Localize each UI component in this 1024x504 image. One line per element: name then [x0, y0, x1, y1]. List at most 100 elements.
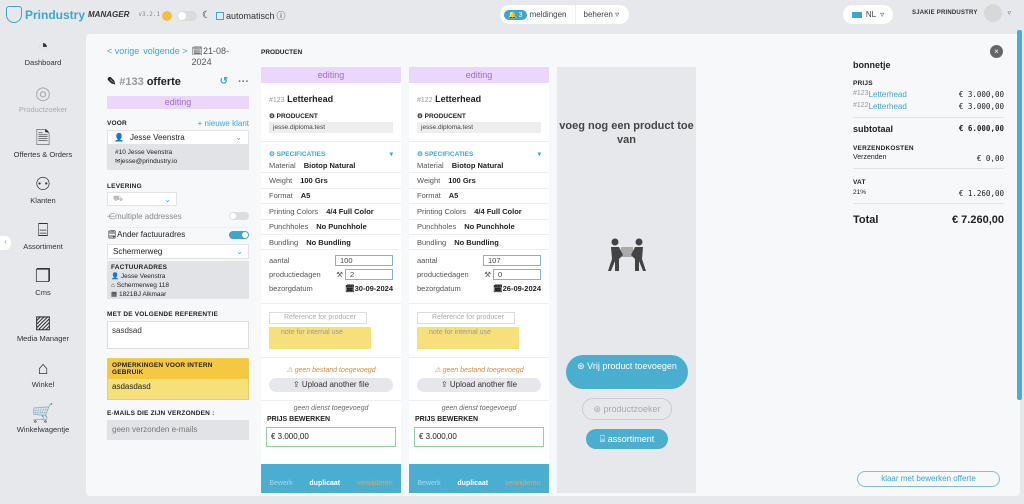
bezorgdatum-value[interactable]: 🗓26-09-2024 — [493, 284, 541, 293]
quote-details: < vorige volgende > 🗓21-08-2024 ✎ #133 o… — [107, 46, 249, 440]
sidebar-label: Assortiment — [23, 242, 63, 251]
factuur-street: Schermerweg 118 — [116, 282, 170, 289]
specs-header[interactable]: ⚙ SPECIFICATIES ▾ — [409, 150, 549, 158]
spec-row: Punchholes No Punchhole — [409, 220, 549, 235]
sidebar-label: Winkel — [31, 380, 55, 389]
add-free-product-button[interactable]: ⊛ Vrij product toevoegen — [566, 355, 688, 389]
ander-factuuradres-toggle[interactable] — [229, 230, 249, 239]
sidebar-item-klanten[interactable]: ⚇ Klanten — [0, 174, 86, 205]
receipt-product-link[interactable]: Letterhead — [869, 102, 907, 111]
upload-button[interactable]: ⇪ Upload another file — [269, 378, 393, 393]
spec-row: Weight 100 Grs — [409, 173, 549, 189]
ander-factuuradres-row: 🗒 Ander factuuradres — [107, 227, 249, 241]
delete-button[interactable]: verwijderen — [505, 480, 541, 487]
auto-theme-checkbox[interactable]: automatisch ⓘ — [215, 9, 286, 22]
intern-notes[interactable]: OPMERKINGEN VOOR INTERN GEBRUIK asdasdas… — [107, 358, 249, 400]
logo[interactable]: Prindustry MANAGER v3.2.1 — [6, 6, 160, 23]
client-select[interactable]: 👤 Jesse Veenstra ⌄ — [107, 130, 249, 145]
reference-input[interactable]: Reference for producer — [417, 312, 515, 325]
share-icon: ⋲ — [107, 211, 115, 221]
address-select[interactable]: Schermerweg ⌄ — [107, 244, 249, 259]
top-bar: Prindustry MANAGER v3.2.1 ☾ automatisch ⓘ… — [0, 0, 1024, 30]
truck-icon: ⛟ — [113, 194, 124, 203]
prev-link[interactable]: < vorige — [107, 46, 139, 67]
prijs-label: PRIJS — [853, 80, 873, 87]
price-input[interactable]: € 3.000,00 — [266, 427, 396, 448]
bezorgdatum-row: bezorgdatum 🗓30-09-2024 — [269, 283, 393, 293]
chevron-down-icon: ▿ — [880, 10, 885, 19]
user-menu[interactable]: SJAKIE PRINDUSTRY ▿ — [912, 4, 1011, 22]
edit-button[interactable]: Bewerk — [269, 480, 292, 487]
prijs-label: PRIJS BEWERKEN — [267, 416, 331, 424]
sidebar-label: Productzoeker — [18, 105, 68, 114]
productiedagen-input[interactable]: 2 — [345, 268, 393, 280]
sidebar-item-winkelwagentje[interactable]: 🛒 Winkelwagentje — [0, 403, 86, 434]
delivery-select[interactable]: ⛟ ⌄ — [107, 192, 177, 206]
cms-icon: ❐ — [34, 266, 52, 286]
logo-shield-icon — [6, 6, 22, 23]
notif-label[interactable]: meldingen — [530, 10, 567, 19]
manage-label: beheren — [583, 10, 613, 19]
specs-header[interactable]: ⚙ SPECIFICATIES ▾ — [261, 150, 401, 158]
edit-button[interactable]: Bewerk — [417, 480, 440, 487]
sidebar-label: Offertes & Orders — [13, 150, 73, 159]
assortiment-button[interactable]: ⌸ assortiment — [586, 429, 668, 449]
aantal-input[interactable]: 107 — [483, 254, 541, 266]
receipt-panel: × bonnetje PRIJS #123 Letterhead € 3.000,0… — [844, 40, 1014, 496]
sidebar-item-cms[interactable]: ❐ Cms — [0, 266, 86, 297]
multiple-addresses-toggle[interactable] — [229, 212, 249, 220]
reference-input[interactable]: Reference for producer — [269, 312, 367, 325]
app-suffix: MANAGER — [88, 10, 130, 19]
sidebar-item-productzoeker[interactable]: ◎ Productzoeker — [0, 83, 86, 114]
product-title: Letterhead — [287, 94, 334, 104]
add-product-column: voeg nog een product toe van ⊛ Vrij prod… — [557, 67, 696, 493]
productiedagen-input[interactable]: 0 — [493, 268, 541, 280]
sidebar-label: Media Manager — [16, 334, 70, 343]
sidebar-item-assortiment[interactable]: ⌸ Assortiment — [0, 220, 86, 251]
client-id: #10 Jesse Veenstra — [115, 149, 173, 156]
next-link[interactable]: volgende > — [143, 46, 187, 67]
finish-editing-button[interactable]: klaar met bewerken offerte — [857, 471, 1000, 487]
intern-label: OPMERKINGEN VOOR INTERN GEBRUIK — [108, 359, 248, 379]
receipt-line: #123 Letterhead € 3.000,00 — [853, 90, 1004, 99]
receipt-product-link[interactable]: Letterhead — [869, 90, 907, 99]
avatar — [983, 4, 1002, 22]
cart-icon: 🛒 — [31, 403, 55, 423]
internal-note-input[interactable]: note for internal use — [417, 327, 519, 350]
history-icon[interactable]: ↺ — [220, 76, 228, 87]
vat-label: VAT — [853, 179, 866, 186]
shipping-row: Verzenden € 0,00 — [853, 154, 1004, 163]
price-input[interactable]: € 3.000,00 — [414, 427, 544, 448]
notifications-button[interactable]: 🔔 3 — [504, 9, 527, 20]
quote-type: offerte — [146, 75, 181, 88]
manage-dropdown[interactable]: beheren ▿ — [584, 10, 630, 19]
theme-toggle[interactable] — [177, 10, 197, 21]
delete-button[interactable]: verwijderen — [357, 480, 393, 487]
close-icon[interactable]: × — [990, 45, 1003, 58]
reference-textarea[interactable]: sasdsad — [107, 321, 249, 349]
language-label: NL — [865, 10, 877, 19]
upload-button[interactable]: ⇪ Upload another file — [417, 378, 541, 393]
sidebar-item-offertes[interactable]: 🗎 Offertes & Orders — [0, 128, 86, 159]
sidebar-item-media-manager[interactable]: ▨ Media Manager — [0, 312, 86, 343]
productzoeker-button[interactable]: ⊛ productzoeker — [582, 398, 672, 420]
internal-note-input[interactable]: note for internal use — [269, 327, 371, 350]
product-id: #122 — [417, 97, 433, 104]
aantal-input[interactable]: 100 — [335, 254, 393, 266]
duplicate-button[interactable]: duplicaat — [457, 480, 488, 487]
client-name: Jesse Veenstra — [129, 133, 185, 142]
status-badge: editing — [107, 96, 249, 109]
language-selector[interactable]: NL ▿ — [843, 5, 893, 24]
sidebar-item-winkel[interactable]: ⌂ Winkel — [0, 358, 86, 389]
bezorgdatum-value[interactable]: 🗓30-09-2024 — [345, 284, 393, 293]
spec-row: Printing Colors 4/4 Full Color — [261, 204, 401, 220]
sidebar: ◔ Dashboard ◎ Productzoeker 🗎 Offertes & Or… — [0, 30, 86, 504]
product-title: Letterhead — [435, 94, 482, 104]
duplicate-button[interactable]: duplicaat — [309, 480, 340, 487]
scrollbar[interactable] — [1017, 30, 1022, 400]
sidebar-item-dashboard[interactable]: ◔ Dashboard — [0, 36, 86, 67]
producent-value: jesse.diploma.test — [269, 122, 393, 133]
new-client-link[interactable]: + nieuwe klant — [198, 119, 249, 128]
more-icon[interactable]: ··· — [238, 76, 249, 88]
sun-icon — [162, 10, 172, 21]
